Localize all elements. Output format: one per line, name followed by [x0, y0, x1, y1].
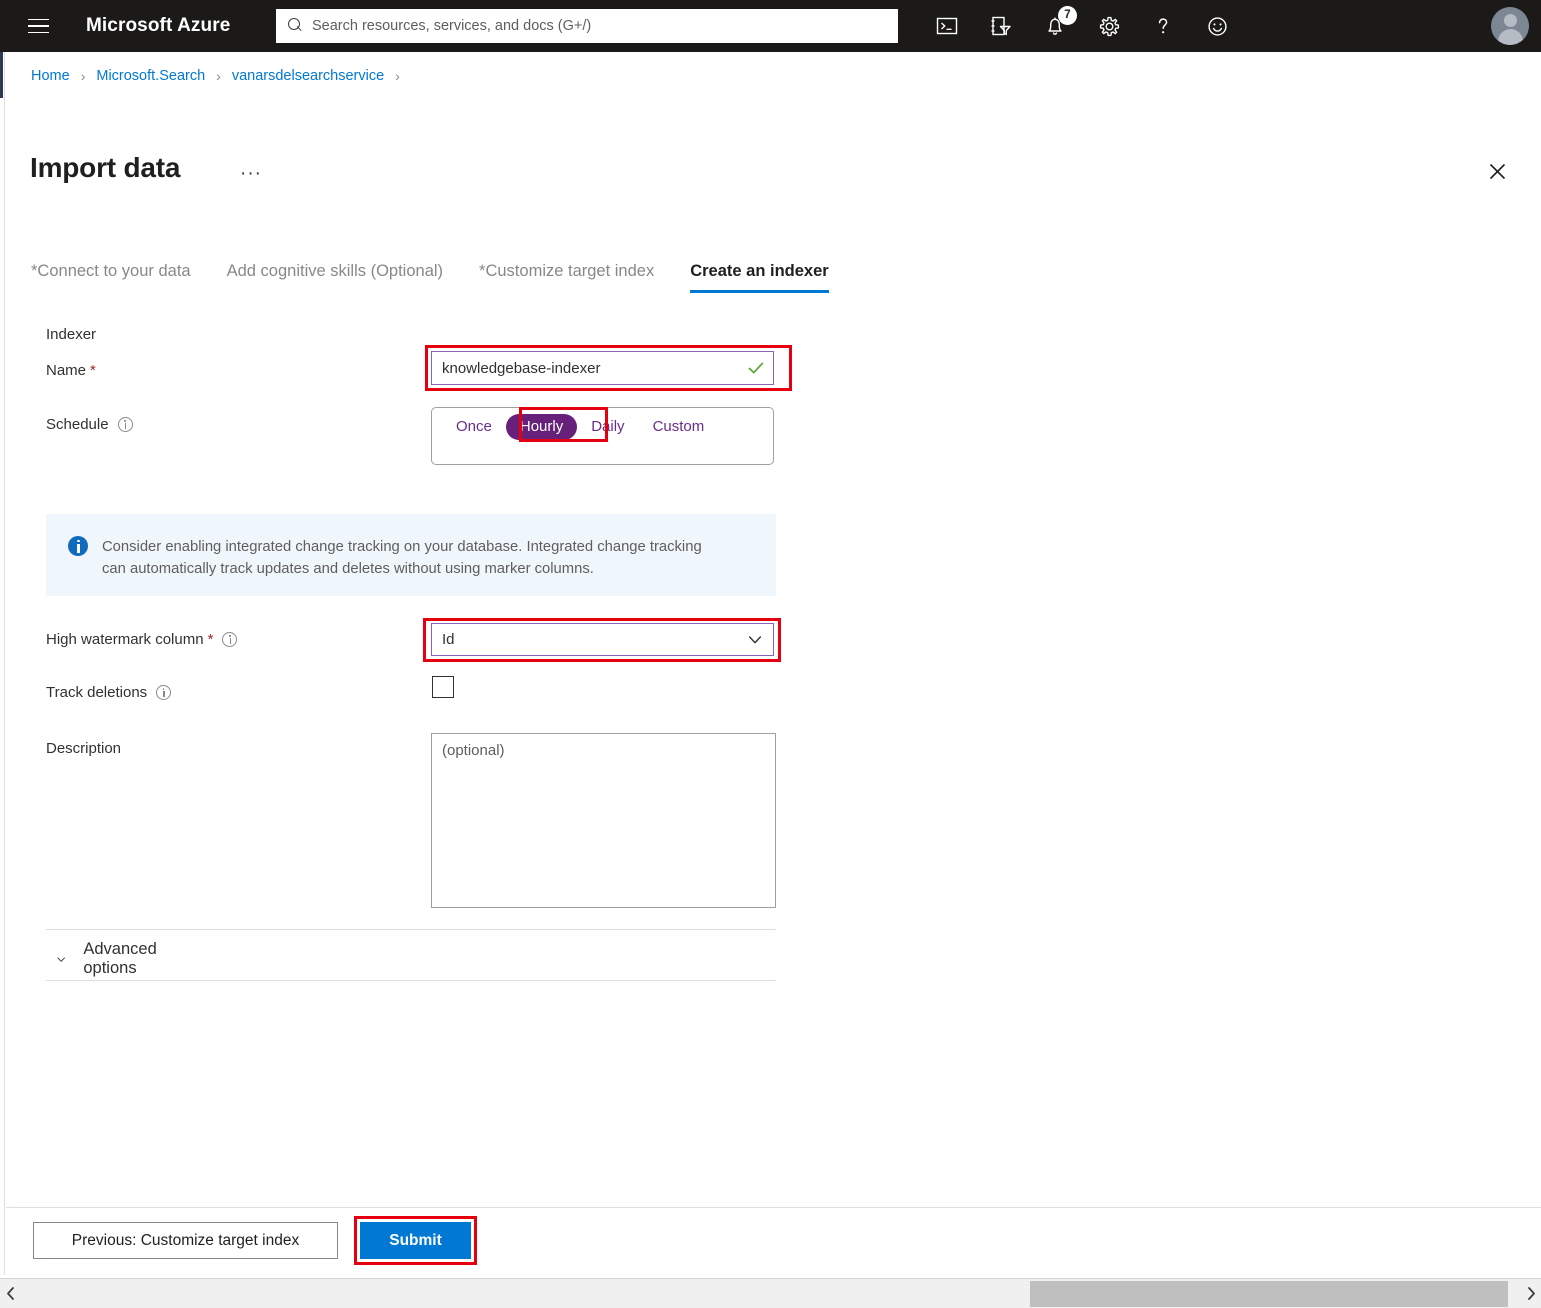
schedule-option-hourly[interactable]: Hourly: [505, 414, 578, 441]
tab-label: Add cognitive skills (Optional): [226, 262, 444, 280]
horizontal-scrollbar[interactable]: [0, 1278, 1541, 1308]
info-icon[interactable]: [156, 685, 172, 700]
breadcrumb-separator-icon: ›: [216, 68, 221, 84]
left-nav-strip: [0, 52, 5, 1275]
tab-add-cognitive-skills[interactable]: Add cognitive skills (Optional): [209, 262, 461, 293]
cloud-shell-icon[interactable]: [920, 0, 974, 52]
divider-above-advanced: [46, 929, 776, 930]
track-deletions-label-text: Track deletions: [46, 684, 148, 701]
info-filled-icon: [68, 536, 88, 556]
advanced-options-toggle[interactable]: Advanced options: [56, 940, 163, 978]
indexer-name-field[interactable]: [431, 351, 774, 385]
directory-filter-icon[interactable]: [974, 0, 1028, 52]
high-watermark-column-dropdown[interactable]: Id: [431, 623, 774, 656]
name-label: Name *: [46, 362, 96, 379]
description-label: Description: [46, 740, 122, 757]
search-icon: [286, 17, 304, 35]
required-star: *: [207, 631, 214, 648]
top-navigation-bar: Microsoft Azure Search resources, servic…: [0, 0, 1541, 52]
required-star: *: [90, 362, 96, 379]
top-nav-icon-group: 7: [920, 0, 1244, 52]
divider-below-advanced: [46, 980, 776, 981]
high-watermark-label-text: High watermark column: [46, 631, 204, 648]
breadcrumb-item-service[interactable]: vanarsdelsearchservice: [232, 68, 384, 84]
breadcrumb: Home › Microsoft.Search › vanarsdelsearc…: [31, 68, 411, 84]
search-input[interactable]: [312, 18, 888, 34]
name-label-text: Name: [46, 362, 87, 379]
change-tracking-info-banner: Consider enabling integrated change trac…: [46, 514, 776, 596]
breadcrumb-separator-icon: ›: [80, 68, 86, 84]
import-data-blade: Home › Microsoft.Search › vanarsdelsearc…: [6, 52, 1541, 1275]
tab-create-an-indexer[interactable]: Create an indexer: [672, 262, 846, 293]
global-search-box[interactable]: [276, 9, 898, 43]
info-icon[interactable]: [222, 632, 238, 647]
blade-context-menu-button[interactable]: ···: [240, 164, 262, 183]
breadcrumb-item-home[interactable]: Home: [31, 68, 70, 84]
info-banner-text: Consider enabling integrated change trac…: [102, 539, 702, 578]
form-section-label: Indexer: [46, 326, 97, 343]
notifications-bell-icon[interactable]: 7: [1028, 0, 1082, 52]
tab-connect-to-your-data[interactable]: *Connect to your data: [31, 262, 209, 293]
tab-label: Connect to your data: [37, 262, 191, 280]
green-checkmark-icon: [748, 362, 764, 374]
chevron-down-icon: [748, 635, 762, 643]
close-icon[interactable]: [1480, 154, 1514, 188]
description-field[interactable]: [431, 733, 776, 908]
scrollbar-track[interactable]: [20, 1280, 1521, 1308]
tab-label: Create an indexer: [690, 262, 829, 280]
settings-gear-icon[interactable]: [1082, 0, 1136, 52]
breadcrumb-separator-icon: ›: [395, 68, 400, 84]
previous-button[interactable]: Previous: Customize target index: [33, 1222, 338, 1259]
track-deletions-checkbox[interactable]: [432, 676, 454, 698]
help-question-icon[interactable]: [1136, 0, 1190, 52]
hamburger-icon[interactable]: [14, 0, 62, 52]
tab-label: Customize target index: [485, 262, 655, 280]
user-avatar[interactable]: [1491, 7, 1529, 45]
blade-footer: Previous: Customize target index Submit: [6, 1207, 1541, 1275]
indexer-name-input[interactable]: [442, 359, 747, 377]
schedule-label: Schedule: [46, 416, 133, 433]
chevron-left-icon[interactable]: [0, 1280, 20, 1308]
notification-count-badge: 7: [1058, 6, 1077, 25]
info-icon[interactable]: [117, 417, 133, 432]
page-title: Import data: [30, 152, 181, 183]
description-textarea[interactable]: [442, 742, 765, 899]
schedule-option-once[interactable]: Once: [442, 414, 506, 440]
tab-customize-target-index[interactable]: *Customize target index: [461, 262, 672, 293]
schedule-option-custom[interactable]: Custom: [639, 414, 719, 440]
advanced-options-label: Advanced options: [83, 940, 157, 977]
chevron-down-icon: [57, 957, 65, 962]
high-watermark-selected-value: Id: [442, 631, 455, 648]
schedule-label-text: Schedule: [46, 416, 109, 433]
schedule-option-group: Once Hourly Daily Custom: [431, 407, 774, 465]
track-deletions-label: Track deletions: [46, 684, 172, 701]
azure-brand-logo[interactable]: Microsoft Azure: [86, 15, 230, 37]
wizard-tab-list: *Connect to your data Add cognitive skil…: [31, 262, 847, 293]
schedule-option-daily[interactable]: Daily: [577, 414, 638, 440]
feedback-smiley-icon[interactable]: [1190, 0, 1244, 52]
scrollbar-thumb[interactable]: [1030, 1280, 1508, 1307]
chevron-right-icon[interactable]: [1521, 1280, 1541, 1308]
submit-button[interactable]: Submit: [360, 1222, 471, 1259]
high-watermark-label: High watermark column *: [46, 631, 238, 648]
breadcrumb-item-microsoft-search[interactable]: Microsoft.Search: [96, 68, 205, 84]
